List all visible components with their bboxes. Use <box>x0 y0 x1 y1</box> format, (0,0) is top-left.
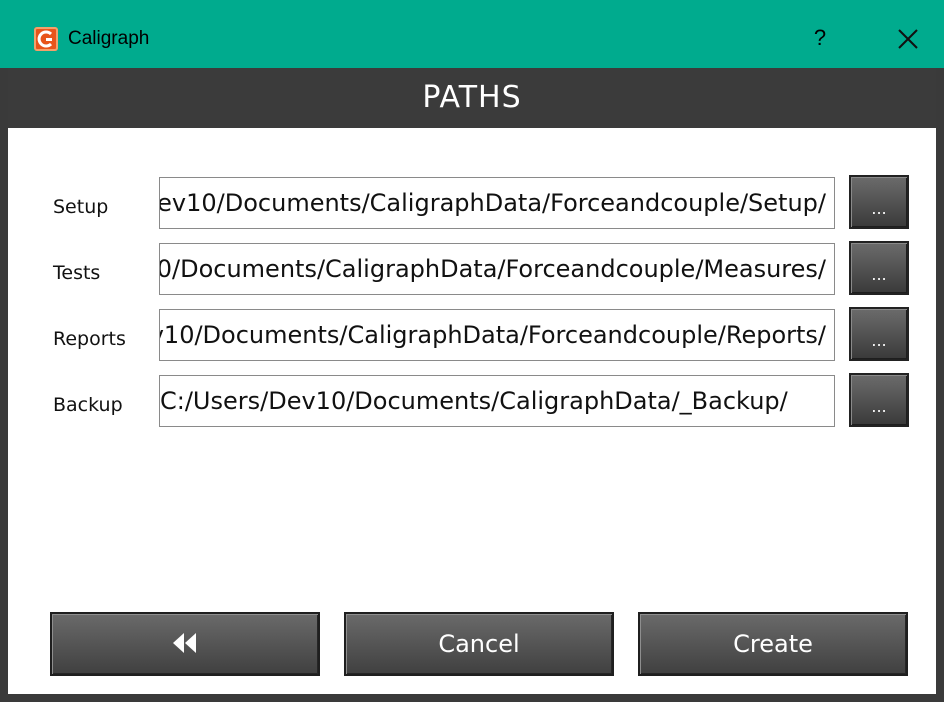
setup-path-label: Setup <box>53 196 109 218</box>
setup-path-value: C:/Users/Dev10/Documents/CaligraphData/F… <box>160 189 826 217</box>
setup-path-field[interactable]: C:/Users/Dev10/Documents/CaligraphData/F… <box>159 177 835 229</box>
back-button[interactable] <box>50 612 320 676</box>
tests-path-field[interactable]: C:/Users/Dev10/Documents/CaligraphData/F… <box>159 243 835 295</box>
backup-path-field[interactable]: C:/Users/Dev10/Documents/CaligraphData/_… <box>159 375 835 427</box>
cancel-button[interactable]: Cancel <box>344 612 614 676</box>
paths-panel: Setup C:/Users/Dev10/Documents/Caligraph… <box>8 128 936 694</box>
setup-browse-button[interactable]: ... <box>849 175 909 229</box>
help-button[interactable]: ? <box>805 22 835 54</box>
window-title: Caligraph <box>68 28 150 49</box>
create-button[interactable]: Create <box>638 612 908 676</box>
reports-browse-button[interactable]: ... <box>849 307 909 361</box>
section-header: PATHS <box>8 68 936 128</box>
backup-path-label: Backup <box>53 394 123 416</box>
reports-path-label: Reports <box>53 328 126 350</box>
backup-browse-button[interactable]: ... <box>849 373 909 427</box>
tests-browse-button[interactable]: ... <box>849 241 909 295</box>
tests-path-value: C:/Users/Dev10/Documents/CaligraphData/F… <box>159 255 826 283</box>
title-bar: Caligraph ? <box>0 0 944 68</box>
tests-path-label: Tests <box>53 262 101 284</box>
caligraph-dialog-window: Caligraph ? PATHS Setup C:/Users/Dev10/D… <box>0 0 944 702</box>
double-chevron-left-icon <box>173 633 196 653</box>
page-title: PATHS <box>422 80 522 115</box>
close-icon[interactable] <box>888 22 928 56</box>
reports-path-value: C:/Users/Dev10/Documents/CaligraphData/F… <box>160 321 826 349</box>
caligraph-app-icon <box>34 27 58 51</box>
reports-path-field[interactable]: C:/Users/Dev10/Documents/CaligraphData/F… <box>159 309 835 361</box>
backup-path-value: C:/Users/Dev10/Documents/CaligraphData/_… <box>160 387 788 415</box>
